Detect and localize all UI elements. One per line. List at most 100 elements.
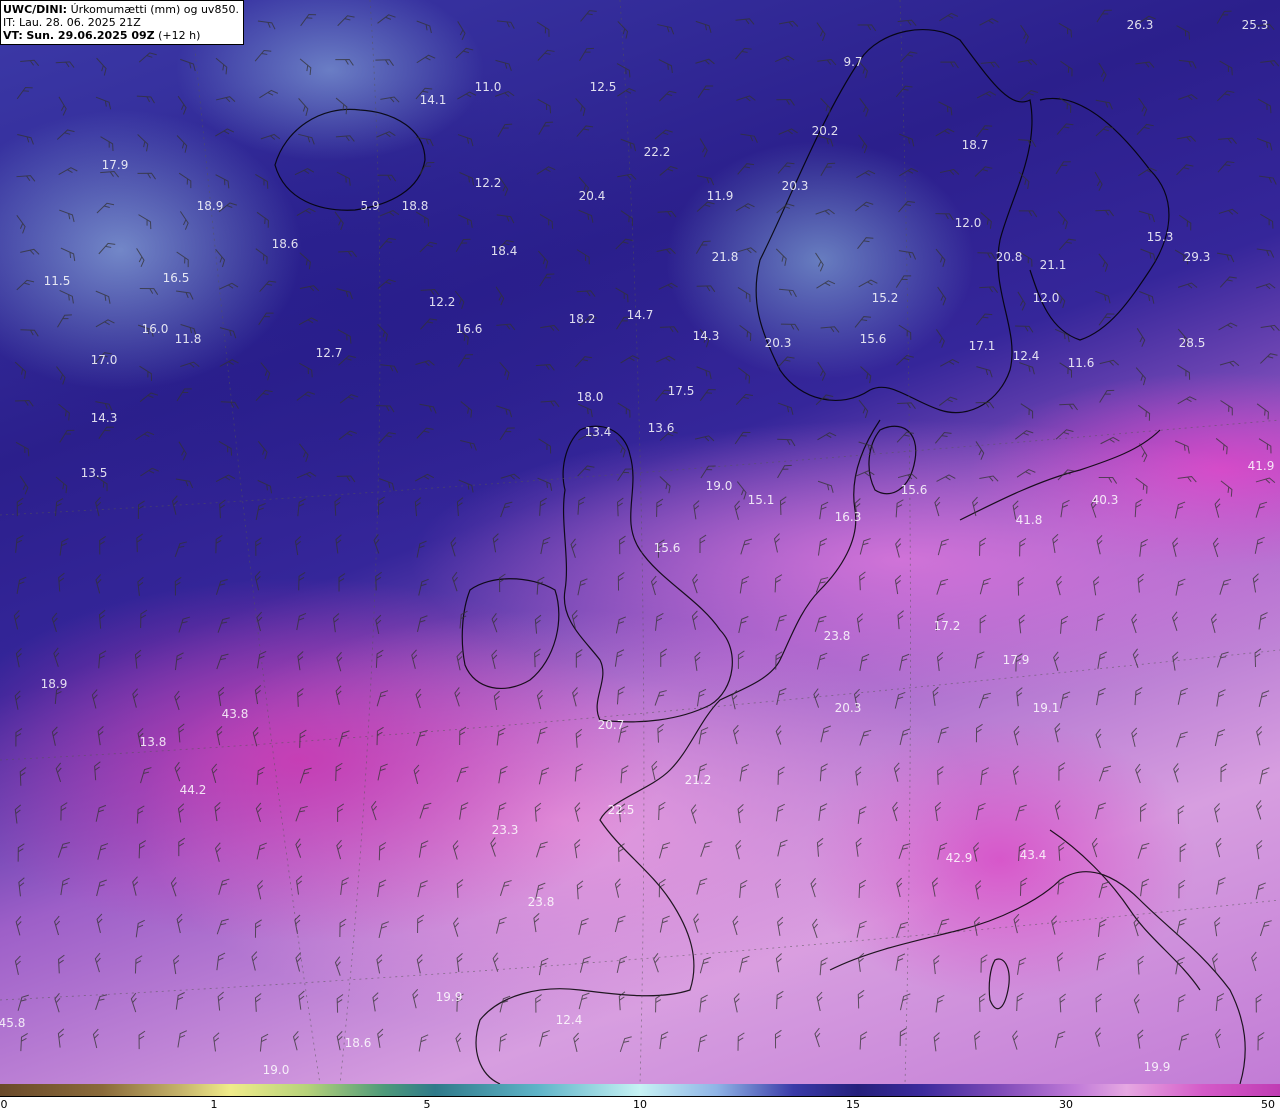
wind-barb (1017, 291, 1026, 311)
iceland-coast (274, 108, 426, 211)
wind-barb (55, 61, 75, 68)
wind-barb (334, 956, 341, 976)
wind-barb (334, 211, 344, 231)
wind-barb (377, 879, 387, 897)
wind-barb (617, 402, 631, 418)
precip-value-label: 12.5 (589, 80, 617, 94)
wind-barb (738, 367, 751, 384)
wind-barb (974, 166, 993, 177)
wind-barb (975, 802, 986, 821)
wind-barb (298, 98, 309, 117)
wind-barb (138, 214, 152, 230)
wind-barb (973, 842, 980, 862)
wind-barb (659, 90, 677, 102)
wind-barb (974, 1030, 981, 1050)
mediterranean-coast (829, 871, 1246, 1084)
precip-value-label: 12.0 (954, 216, 982, 230)
wind-barb (1054, 328, 1070, 343)
wind-barb (176, 135, 188, 153)
wind-barb (653, 952, 660, 973)
wind-barb (255, 248, 268, 265)
wind-barb (136, 805, 145, 824)
wind-barb (255, 389, 273, 402)
wind-barb (458, 354, 474, 368)
precip-value-label: 16.6 (455, 322, 483, 336)
wind-barb (94, 761, 101, 781)
wind-barb (615, 287, 629, 303)
wind-barb (655, 994, 663, 1013)
wind-barb (411, 649, 418, 669)
wind-barb (1098, 253, 1109, 272)
wind-barb (617, 497, 624, 517)
wind-barb (459, 802, 469, 820)
wind-barb (378, 842, 387, 861)
wind-barb (16, 86, 33, 100)
wind-barb (538, 767, 550, 785)
wind-barb (897, 610, 904, 630)
wind-barb (1215, 1028, 1222, 1049)
wind-barb (578, 992, 590, 1010)
wind-barb (580, 10, 597, 22)
wind-barb (15, 399, 34, 407)
wind-barb (1256, 840, 1263, 860)
wind-barb (338, 250, 357, 258)
precip-value-label: 11.8 (174, 332, 202, 346)
wind-barb (658, 842, 671, 859)
wind-barb (130, 992, 137, 1013)
wind-barb (258, 312, 274, 326)
wind-barb (1219, 276, 1237, 288)
wind-barb (932, 686, 939, 706)
wind-barb (737, 163, 755, 175)
wind-barb (1096, 535, 1103, 555)
wind-barb (56, 366, 66, 385)
wind-barb (1135, 763, 1142, 784)
wind-barb (857, 989, 865, 1009)
wind-barb (495, 286, 505, 306)
precip-value-label: 17.9 (1002, 653, 1030, 667)
wind-barb (775, 725, 782, 745)
wind-barb (540, 400, 560, 408)
wind-barb (214, 802, 221, 822)
wind-barb (937, 766, 944, 785)
wind-barb (935, 248, 946, 267)
wind-barb (335, 58, 354, 66)
colorbar-tick: 5 (423, 1098, 431, 1111)
wind-barb (416, 20, 432, 34)
wind-barb (138, 840, 147, 859)
wind-barb (60, 247, 76, 262)
wind-barb (492, 952, 499, 972)
wind-barb (420, 318, 438, 330)
wind-barb (136, 533, 143, 553)
wind-barb (94, 952, 101, 973)
wind-barb (219, 327, 237, 339)
wind-barb (1055, 429, 1074, 440)
wind-barb (775, 651, 783, 670)
wind-barb (654, 690, 667, 706)
wind-barb (1255, 882, 1266, 900)
wind-barb (457, 134, 474, 147)
wind-barb (776, 990, 784, 1010)
wind-barb (1256, 403, 1269, 420)
wind-barb (255, 537, 263, 556)
wind-barb (1096, 687, 1106, 706)
wind-barb (859, 98, 869, 117)
precip-value-label: 23.3 (491, 823, 519, 837)
wind-barb (1179, 843, 1187, 862)
wind-barb (177, 95, 187, 115)
wind-barb (95, 319, 115, 328)
weather-map[interactable]: 26.3 25.3 9.7 14.1 11.0 12.5 20.2 18.7 22.2 17.9 2… (0, 0, 1280, 1084)
wind-barb (576, 125, 594, 137)
wind-barb (377, 174, 397, 182)
wind-barb (380, 364, 399, 373)
wind-barb (773, 533, 780, 553)
wind-barb (1056, 123, 1074, 135)
wind-barb (819, 501, 829, 520)
wind-barb (260, 362, 271, 381)
wind-barb (335, 685, 342, 705)
wind-barb (1057, 876, 1066, 895)
wind-barb (1055, 161, 1071, 175)
continent-coast (475, 419, 881, 1084)
wind-barb (1012, 765, 1019, 785)
wind-barb (1138, 97, 1148, 117)
wind-barb (458, 479, 474, 493)
